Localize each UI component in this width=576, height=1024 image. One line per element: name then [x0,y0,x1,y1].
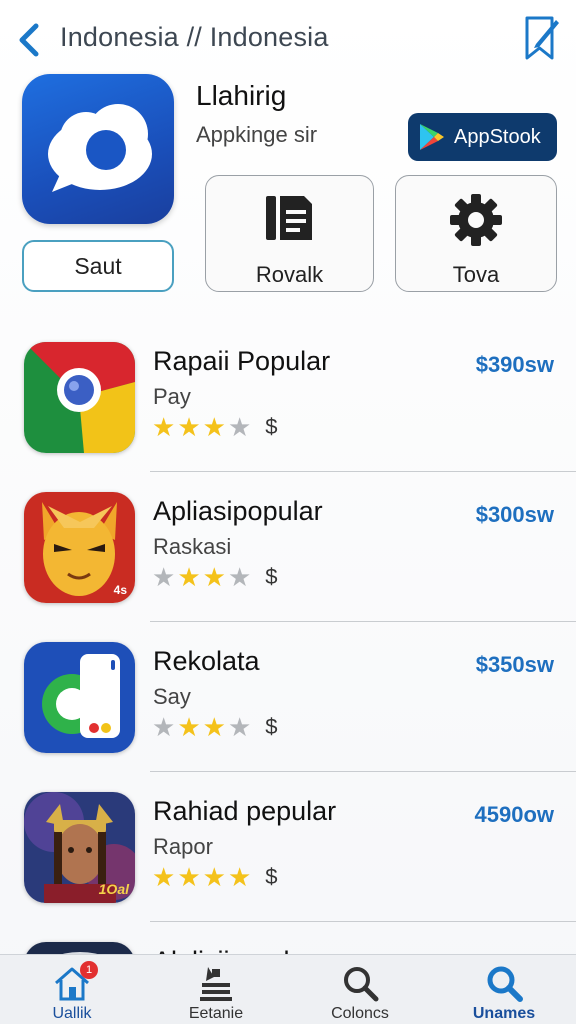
list-item[interactable]: Rapaii Popular Pay ★ ★ ★ ★ $ $390sw [0,322,576,472]
list-item[interactable]: Rekolata Say ★ ★ ★ ★ $ $350sw [0,622,576,772]
tile-settings[interactable]: Tova [395,175,557,292]
star-icon: ★ [227,862,252,892]
primary-action-button[interactable]: Saut [22,240,174,292]
phone-app-icon [24,642,135,753]
app-subtitle: Raskasi [153,534,232,559]
tab-home[interactable]: 1 Uallik [0,955,144,1024]
currency-symbol: $ [265,414,278,439]
star-rating: ★ ★ ★ ★ $ [152,564,278,590]
search-icon [484,963,524,1003]
store-badge-label: AppStook [454,125,541,148]
star-icon: ★ [227,412,252,442]
fox-character-icon: 4s [24,492,135,603]
star-icon: ★ [177,412,201,442]
currency-symbol: $ [265,714,278,739]
hero-app-subtitle: Appkinge sir [196,122,318,147]
list-item[interactable]: 4s Apliasipopular Raskasi ★ ★ ★ ★ $ $300… [0,472,576,622]
store-badge-button[interactable]: AppStook [408,113,557,161]
play-store-icon [420,124,444,150]
tab-search[interactable]: Unames [432,955,576,1024]
home-icon: 1 [52,961,98,1003]
cloud-chat-icon [48,104,152,192]
star-icon: ★ [202,862,226,892]
currency-symbol: $ [265,864,278,889]
star-icon: ★ [152,712,176,742]
tab-bar: 1 Uallik Eetanie Coloncs Unames [0,954,576,1024]
search-icon [340,963,380,1003]
app-price[interactable]: 4590ow [475,802,555,828]
star-icon: ★ [202,562,226,592]
tile-document[interactable]: Rovalk [205,175,374,292]
tab-label: Eetanie [188,1005,244,1022]
app-subtitle: Say [153,684,191,709]
star-icon: ★ [202,712,226,742]
app-price[interactable]: $350sw [476,652,554,678]
gear-icon [450,194,502,246]
browser-icon [24,342,135,453]
app-price[interactable]: $300sw [476,502,554,528]
tab-label: Uallik [52,1005,92,1022]
app-subtitle: Pay [153,384,191,409]
star-icon: ★ [152,562,176,592]
star-icon: ★ [177,712,201,742]
star-icon: ★ [177,862,201,892]
warrior-character-icon: 1Oal [24,792,135,903]
app-subtitle: Rapor [153,834,213,859]
tile-settings-label: Tova [452,262,500,287]
breadcrumb: Indonesia // Indonesia [60,22,329,52]
chevron-left-icon [19,23,39,57]
star-rating: ★ ★ ★ ★ $ [152,414,278,440]
tile-document-label: Rovalk [255,262,324,287]
stack-icon [196,963,236,1003]
app-price[interactable]: $390sw [476,352,554,378]
star-rating: ★ ★ ★ ★ $ [152,714,278,740]
app-icon-label: 1Oal [98,881,129,897]
star-icon: ★ [227,712,252,742]
tab-label: Unames [472,1005,536,1022]
top-bar: Indonesia // Indonesia [0,0,576,76]
app-icon-label: 4s [113,583,127,597]
star-icon: ★ [177,562,201,592]
hero-app-name: Llahirig [196,80,287,111]
tab-columns[interactable]: Coloncs [288,955,432,1024]
bookmark-edit-icon [525,16,559,60]
star-icon: ★ [152,412,176,442]
list-item[interactable]: 1Oal Rahiad pepular Rapor ★ ★ ★ ★ $ 4590… [0,772,576,922]
star-icon: ★ [227,562,252,592]
tab-label: Coloncs [331,1005,389,1022]
bookmark-button[interactable] [522,14,562,62]
app-title: Rahiad pepular [153,796,337,826]
star-icon: ★ [152,862,176,892]
star-rating: ★ ★ ★ ★ $ [152,864,278,890]
currency-symbol: $ [265,564,278,589]
app-title: Apliasipopular [153,496,323,526]
notification-badge: 1 [80,961,98,979]
app-title: Rekolata [153,646,260,676]
tab-stack[interactable]: Eetanie [144,955,288,1024]
app-icon-cloud-chat[interactable] [22,74,174,224]
back-button[interactable] [14,20,46,60]
document-icon [265,196,312,240]
app-title: Rapaii Popular [153,346,331,376]
star-icon: ★ [202,412,226,442]
